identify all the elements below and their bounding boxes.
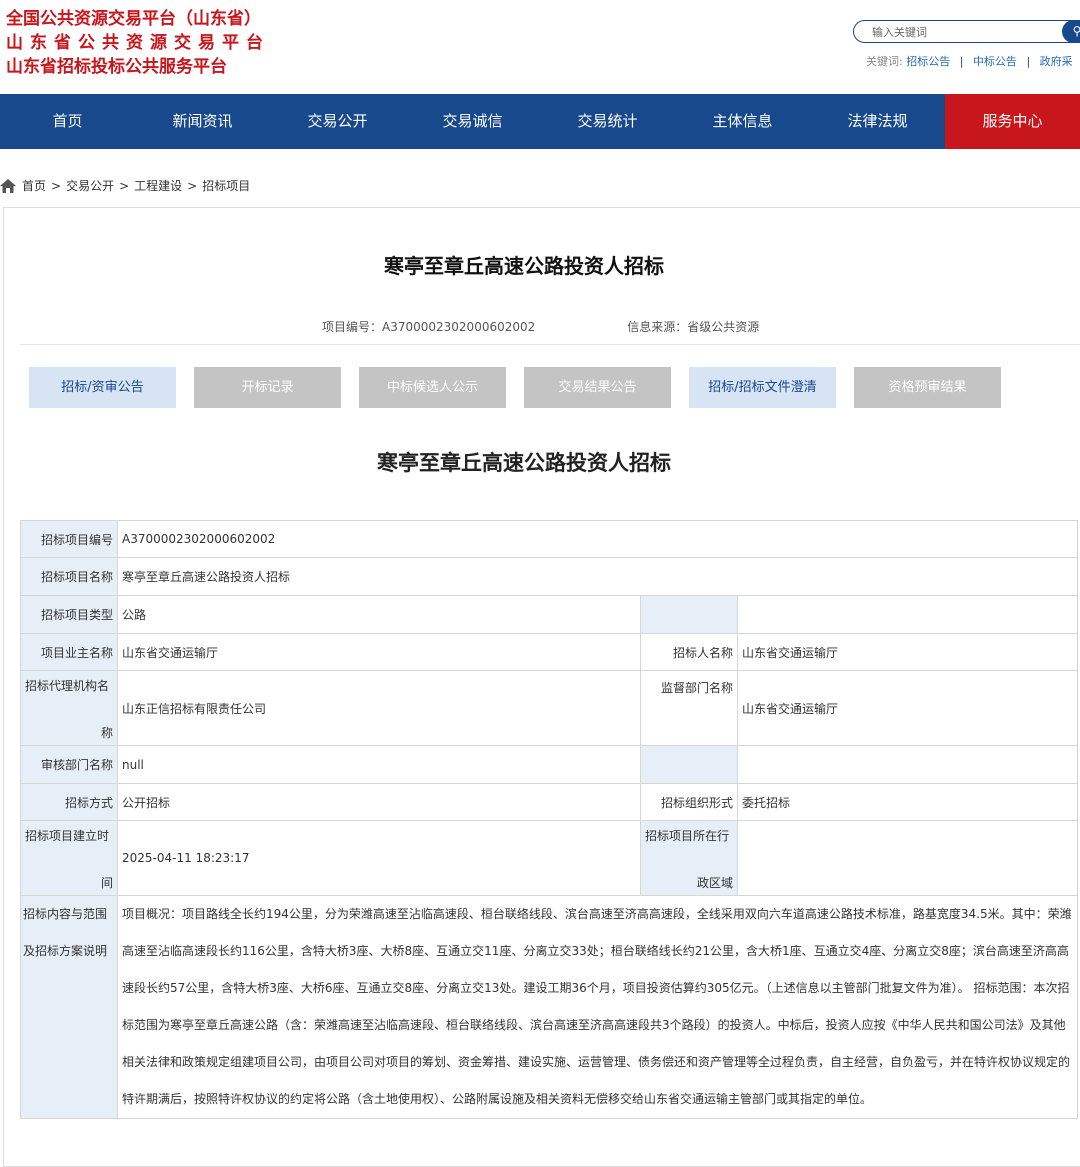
field-label: 招标项目类型 — [20, 595, 118, 634]
tab-prequalification[interactable]: 资格预审结果 — [854, 367, 1001, 408]
field-value: 公路 — [117, 595, 641, 634]
keyword-link[interactable]: 政府采 — [1040, 55, 1073, 68]
search-icon: ⚲ — [1072, 24, 1080, 38]
field-value: 项目概况：项目路线全长约194公里，分为荣潍高速至沾临高速段、桓台联络线段、滨台… — [117, 895, 1078, 1119]
project-info-table: 招标项目编号 A3700002302000602002 招标项目名称 寒亭至章丘… — [20, 520, 1078, 1119]
field-value — [737, 745, 1078, 784]
field-label: 招标项目名称 — [20, 557, 118, 596]
field-value: 山东省交通运输厅 — [737, 633, 1078, 671]
field-value: 2025-04-11 18:23:17 — [117, 820, 641, 896]
tab-candidates[interactable]: 中标候选人公示 — [359, 367, 506, 408]
tab-tender-notice[interactable]: 招标/资审公告 — [29, 367, 176, 408]
site-logo[interactable]: 全国公共资源交易平台（山东省） 山东省公共资源交易平台 山东省招标投标公共服务平… — [6, 7, 270, 79]
table-row: 招标项目类型 公路 — [20, 595, 1078, 634]
field-label: 招标人名称 — [640, 633, 738, 671]
breadcrumb-separator: > — [187, 178, 198, 193]
breadcrumb-separator: > — [119, 178, 130, 193]
home-icon — [0, 178, 16, 193]
nav-item-statistics[interactable]: 交易统计 — [540, 94, 675, 149]
field-label: 招标内容与范围及招标方案说明 — [20, 895, 118, 1119]
field-label: 监督部门名称 — [640, 670, 738, 746]
nav-item-credit[interactable]: 交易诚信 — [405, 94, 540, 149]
field-value: 山东省交通运输厅 — [117, 633, 641, 671]
field-label: 招标项目编号 — [20, 520, 118, 558]
field-label-part: 招标代理机构名 — [25, 679, 110, 693]
field-value — [737, 820, 1078, 896]
info-source: 信息来源：省级公共资源 — [627, 320, 760, 334]
keyword-link[interactable]: 招标公告 — [906, 55, 950, 68]
search-button[interactable]: ⚲ — [1062, 20, 1080, 43]
table-row: 招标内容与范围及招标方案说明 项目概况：项目路线全长约194公里，分为荣潍高速至… — [20, 895, 1078, 1119]
keywords-label: 关键词: — [866, 55, 903, 68]
main-nav: 首页 新闻资讯 交易公开 交易诚信 交易统计 主体信息 法律法规 服务中心 — [0, 94, 1080, 149]
field-value: 山东正信招标有限责任公司 — [117, 670, 641, 746]
logo-line-3: 山东省招标投标公共服务平台 — [6, 57, 227, 77]
table-row: 招标方式 公开招标 招标组织形式 委托招标 — [20, 783, 1078, 821]
field-label: 招标方式 — [20, 783, 118, 821]
table-row: 审核部门名称 null — [20, 745, 1078, 784]
keyword-separator: | — [959, 55, 964, 68]
table-row: 招标项目编号 A3700002302000602002 — [20, 520, 1078, 558]
breadcrumb-transactions[interactable]: 交易公开 — [66, 177, 114, 194]
table-row: 招标项目建立时间 2025-04-11 18:23:17 招标项目所在行政区域 — [20, 820, 1078, 896]
table-row: 招标项目名称 寒亭至章丘高速公路投资人招标 — [20, 557, 1078, 596]
field-label — [640, 595, 738, 634]
tab-bid-opening[interactable]: 开标记录 — [194, 367, 341, 408]
field-label: 项目业主名称 — [20, 633, 118, 671]
field-value: 委托招标 — [737, 783, 1078, 821]
field-label-part: 招标项目建立时 — [25, 829, 110, 843]
search-input[interactable] — [872, 22, 1052, 43]
tab-clarification[interactable]: 招标/招标文件澄清 — [689, 367, 836, 408]
nav-item-laws[interactable]: 法律法规 — [810, 94, 945, 149]
field-label: 招标项目建立时间 — [20, 820, 118, 896]
breadcrumb-home[interactable]: 首页 — [22, 177, 46, 194]
nav-item-transactions[interactable]: 交易公开 — [270, 94, 405, 149]
field-label: 招标组织形式 — [640, 783, 738, 821]
field-value: A3700002302000602002 — [117, 520, 1078, 558]
field-label — [640, 745, 738, 784]
keyword-separator: | — [1026, 55, 1031, 68]
table-row: 项目业主名称 山东省交通运输厅 招标人名称 山东省交通运输厅 — [20, 633, 1078, 671]
field-value: 公开招标 — [117, 783, 641, 821]
search-box: ⚲ — [853, 20, 1080, 43]
field-label: 招标项目所在行政区域 — [640, 820, 738, 896]
field-label-part: 政区域 — [696, 876, 733, 890]
nav-item-news[interactable]: 新闻资讯 — [135, 94, 270, 149]
logo-line-1: 全国公共资源交易平台（山东省） — [6, 9, 261, 29]
breadcrumb-separator: > — [51, 178, 62, 193]
notice-title: 寒亭至章丘高速公路投资人招标 — [377, 451, 671, 475]
field-label-part: 间 — [100, 876, 113, 890]
field-value — [737, 595, 1078, 634]
field-value: 寒亭至章丘高速公路投资人招标 — [117, 557, 1078, 596]
breadcrumb-construction[interactable]: 工程建设 — [134, 177, 182, 194]
project-meta: 项目编号：A3700002302000602002 信息来源：省级公共资源 — [322, 318, 759, 335]
field-value: 山东省交通运输厅 — [737, 670, 1078, 746]
tab-bar: 招标/资审公告 开标记录 中标候选人公示 交易结果公告 招标/招标文件澄清 资格… — [29, 367, 1019, 408]
site-header: 全国公共资源交易平台（山东省） 山东省公共资源交易平台 山东省招标投标公共服务平… — [0, 0, 1080, 94]
logo-line-2: 山东省公共资源交易平台 — [6, 33, 270, 53]
tab-result[interactable]: 交易结果公告 — [524, 367, 671, 408]
field-value: null — [117, 745, 641, 784]
divider — [20, 344, 1080, 345]
keyword-link[interactable]: 中标公告 — [973, 55, 1017, 68]
field-label: 招标代理机构名称 — [20, 670, 118, 746]
breadcrumb-current: 招标项目 — [202, 179, 251, 193]
hot-keywords: 关键词: 招标公告 | 中标公告 | 政府采 — [866, 53, 1073, 69]
field-label: 审核部门名称 — [20, 745, 118, 784]
nav-item-entities[interactable]: 主体信息 — [675, 94, 810, 149]
table-row: 招标代理机构名称 山东正信招标有限责任公司 监督部门名称 山东省交通运输厅 — [20, 670, 1078, 746]
nav-item-service[interactable]: 服务中心 — [945, 94, 1080, 149]
breadcrumb: 首页 > 交易公开 > 工程建设 > 招标项目 — [0, 177, 250, 194]
project-number: 项目编号：A3700002302000602002 — [322, 320, 536, 334]
page-title: 寒亭至章丘高速公路投资人招标 — [384, 254, 664, 278]
field-label-part: 招标项目所在行 — [645, 829, 730, 843]
nav-item-home[interactable]: 首页 — [0, 94, 135, 149]
field-label-part: 称 — [100, 726, 113, 740]
